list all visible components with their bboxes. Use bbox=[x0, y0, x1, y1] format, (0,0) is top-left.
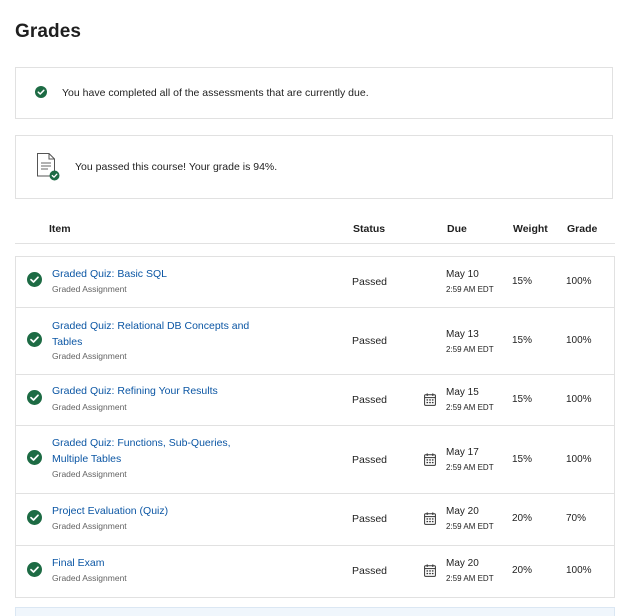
grade-value: 100% bbox=[566, 454, 592, 465]
item-title-link[interactable]: Graded Quiz: Relational DB Concepts and … bbox=[52, 319, 252, 350]
weight-value: 20% bbox=[512, 565, 533, 576]
table-row: Graded Quiz: Relational DB Concepts and … bbox=[16, 308, 614, 375]
item-title-link[interactable]: Project Evaluation (Quiz) bbox=[52, 504, 252, 520]
due-time: 2:59 AM EDT bbox=[446, 574, 494, 583]
check-circle-icon bbox=[35, 86, 47, 98]
completed-notice: You have completed all of the assessment… bbox=[15, 67, 613, 119]
check-circle-icon bbox=[27, 332, 42, 347]
item-type: Graded Assignment bbox=[52, 284, 127, 294]
table-row: Final Exam Graded Assignment Passed May … bbox=[16, 546, 614, 597]
status-text: Passed bbox=[352, 454, 388, 466]
calendar-icon bbox=[424, 453, 436, 466]
due-date: May 13 bbox=[446, 329, 479, 340]
table-row: Graded Quiz: Functions, Sub-Queries, Mul… bbox=[16, 426, 614, 494]
item-title-link[interactable]: Final Exam bbox=[52, 556, 252, 572]
due-time: 2:59 AM EDT bbox=[446, 403, 494, 412]
check-circle-icon bbox=[27, 390, 42, 405]
check-circle-icon bbox=[27, 562, 42, 577]
completed-notice-text: You have completed all of the assessment… bbox=[62, 87, 369, 99]
status-text: Passed bbox=[352, 513, 388, 525]
status-text: Passed bbox=[352, 335, 388, 347]
weight-value: 15% bbox=[512, 276, 533, 287]
status-text: Passed bbox=[352, 394, 388, 406]
grade-value: 100% bbox=[566, 565, 592, 576]
item-title-link[interactable]: Graded Quiz: Basic SQL bbox=[52, 267, 252, 283]
table-row: Graded Quiz: Basic SQL Graded Assignment… bbox=[16, 257, 614, 308]
item-type: Graded Assignment bbox=[52, 351, 127, 361]
due-date: May 20 bbox=[446, 558, 479, 569]
grade-value: 100% bbox=[566, 394, 592, 405]
item-type: Graded Assignment bbox=[52, 469, 127, 479]
item-title-link[interactable]: Graded Quiz: Refining Your Results bbox=[52, 384, 252, 400]
due-time: 2:59 AM EDT bbox=[446, 463, 494, 472]
calendar-icon bbox=[424, 512, 436, 525]
due-time: 2:59 AM EDT bbox=[446, 345, 494, 354]
weight-value: 15% bbox=[512, 394, 533, 405]
table-row: Graded Quiz: Refining Your Results Grade… bbox=[16, 375, 614, 426]
check-circle-icon bbox=[27, 450, 42, 465]
calendar-icon bbox=[424, 393, 436, 406]
grade-value: 100% bbox=[566, 276, 592, 287]
item-type: Graded Assignment bbox=[52, 521, 127, 531]
header-grade: Grade bbox=[567, 223, 598, 235]
calendar-icon bbox=[424, 564, 436, 577]
header-due: Due bbox=[447, 223, 467, 235]
check-circle-icon bbox=[27, 510, 42, 525]
status-text: Passed bbox=[352, 276, 388, 288]
status-text: Passed bbox=[352, 565, 388, 577]
passed-notice-text: You passed this course! Your grade is 94… bbox=[75, 161, 278, 173]
table-row: Project Evaluation (Quiz) Graded Assignm… bbox=[16, 494, 614, 546]
item-type: Graded Assignment bbox=[52, 402, 127, 412]
grade-value: 100% bbox=[566, 335, 592, 346]
page-title: Grades bbox=[15, 21, 82, 42]
check-circle-icon bbox=[27, 272, 42, 287]
weight-value: 15% bbox=[512, 335, 533, 346]
due-date: May 17 bbox=[446, 447, 479, 458]
weight-value: 15% bbox=[512, 454, 533, 465]
header-status: Status bbox=[353, 223, 386, 235]
passed-notice: You passed this course! Your grade is 94… bbox=[15, 135, 613, 199]
header-item: Item bbox=[49, 223, 71, 235]
item-type: Graded Assignment bbox=[52, 573, 127, 583]
due-date: May 10 bbox=[446, 269, 479, 280]
grades-table: Graded Quiz: Basic SQL Graded Assignment… bbox=[15, 256, 615, 598]
header-weight: Weight bbox=[513, 223, 548, 235]
due-date: May 20 bbox=[446, 506, 479, 517]
due-date: May 15 bbox=[446, 387, 479, 398]
weight-value: 20% bbox=[512, 513, 533, 524]
grades-table-header: Item Status Due Weight Grade bbox=[15, 216, 615, 244]
grade-value: 70% bbox=[566, 513, 587, 524]
due-time: 2:59 AM EDT bbox=[446, 522, 494, 531]
document-check-icon bbox=[36, 152, 62, 182]
bottom-info-strip bbox=[15, 607, 615, 616]
due-time: 2:59 AM EDT bbox=[446, 285, 494, 294]
item-title-link[interactable]: Graded Quiz: Functions, Sub-Queries, Mul… bbox=[52, 436, 267, 467]
grades-page: Grades You have completed all of the ass… bbox=[0, 0, 641, 616]
